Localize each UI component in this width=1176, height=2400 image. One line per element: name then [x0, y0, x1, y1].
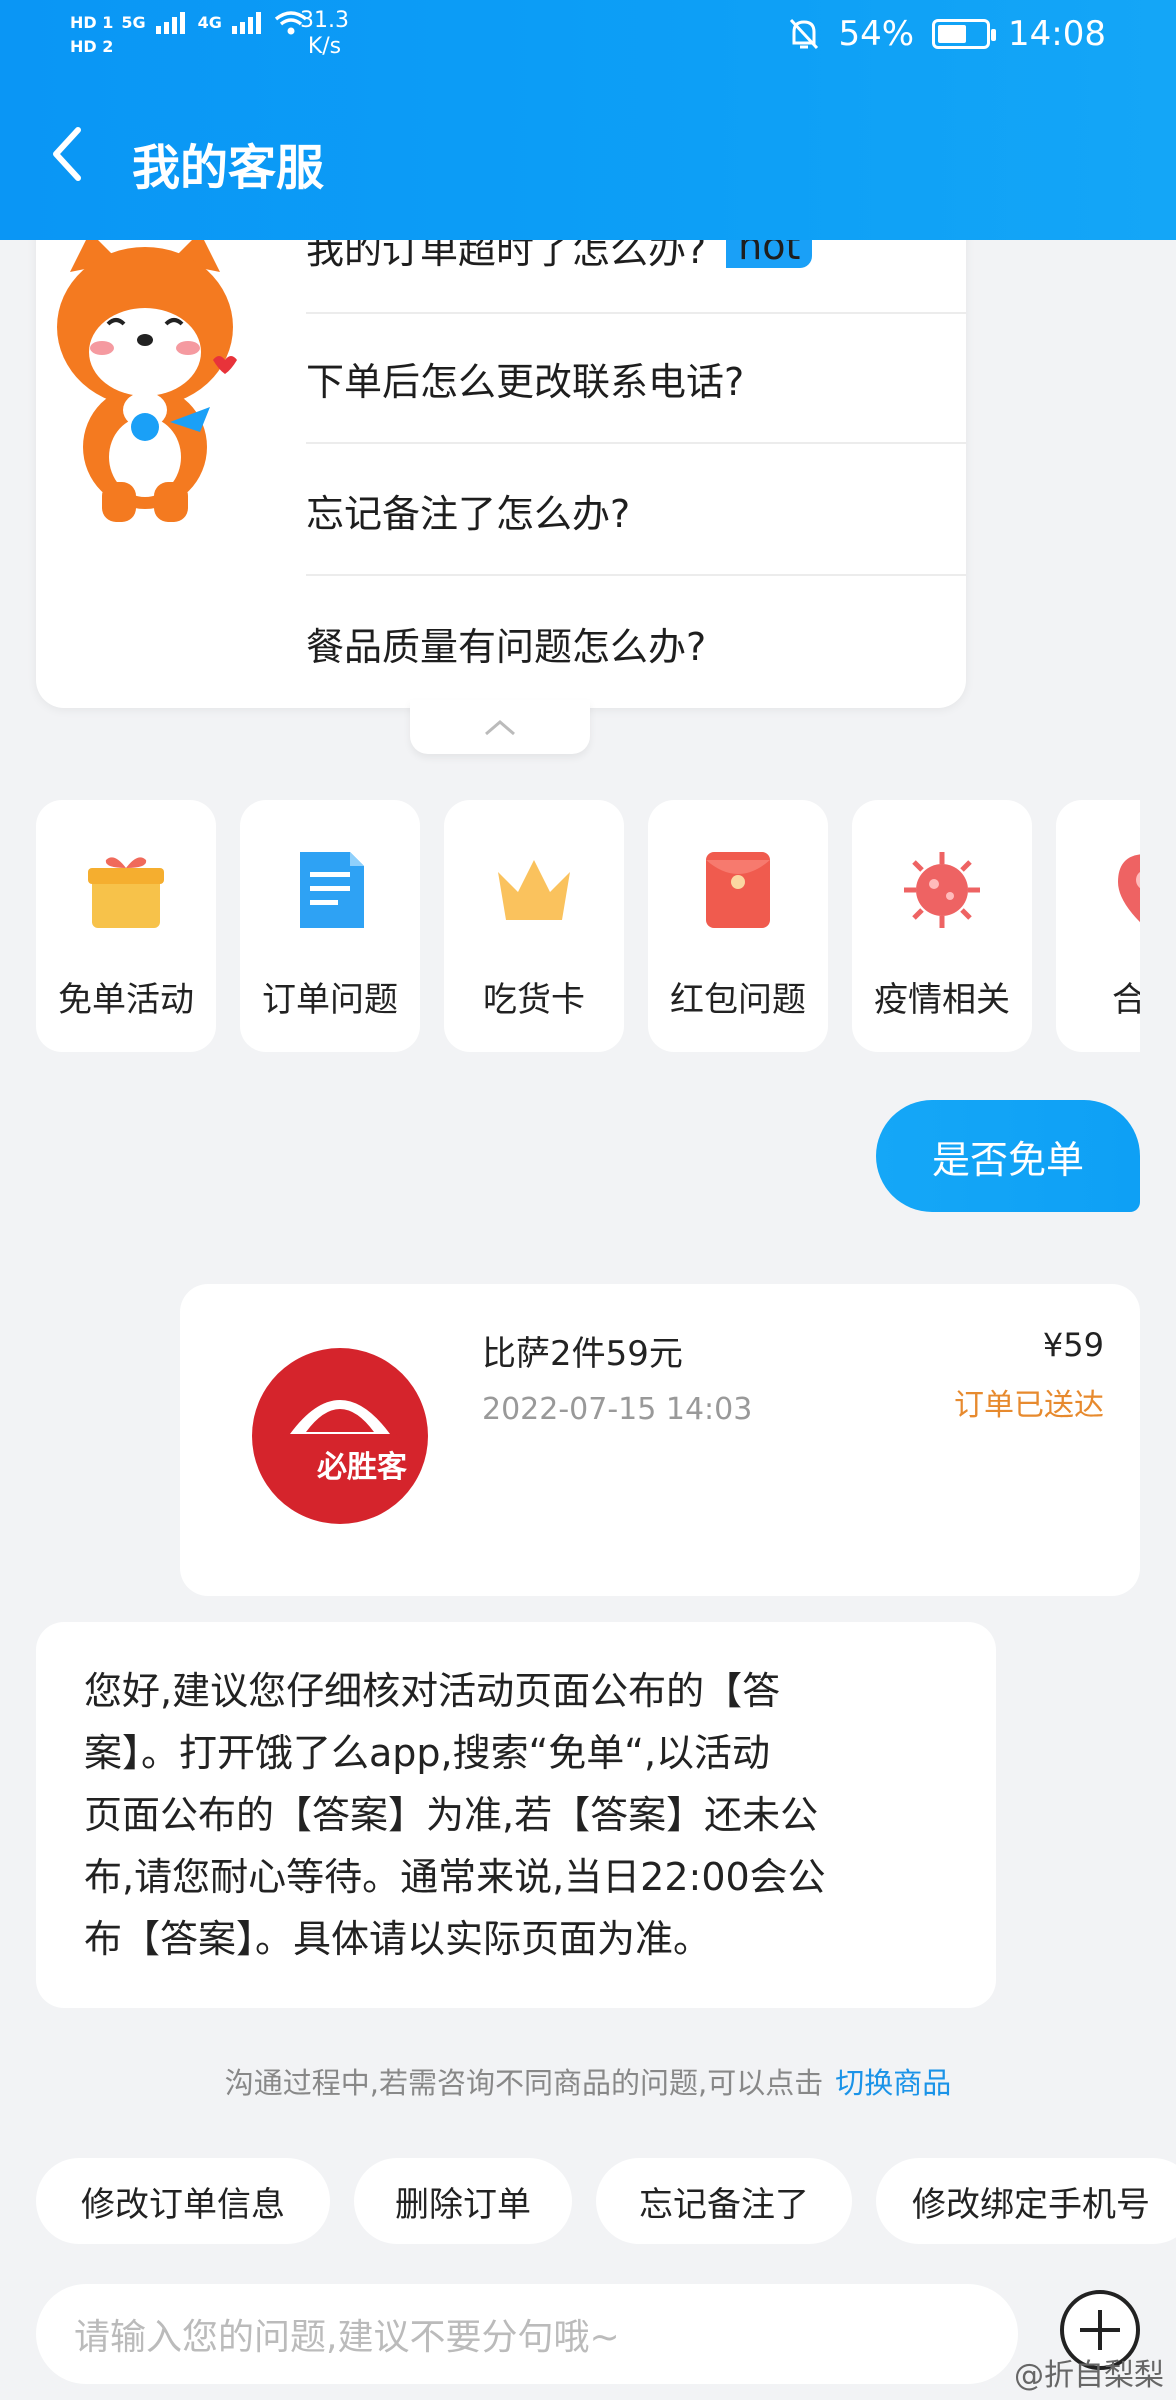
- bottom-bar: 修改订单信息 删除订单 忘记备注了 修改绑定手机号 请输入您的问题,建议不要分句…: [0, 2146, 1176, 2400]
- category-tile[interactable]: 吃货卡: [444, 800, 624, 1052]
- quick-reply-chip[interactable]: 修改订单信息: [36, 2158, 330, 2244]
- signal-icon: [155, 12, 185, 34]
- category-tile[interactable]: 疫情相关: [852, 800, 1032, 1052]
- watermark: @折自梨梨: [1014, 2358, 1164, 2393]
- document-icon: [300, 852, 364, 928]
- category-label: 合作: [1112, 980, 1140, 1020]
- virus-icon: [904, 852, 980, 928]
- category-tile[interactable]: 合作: [1056, 800, 1140, 1052]
- faq-item-text: 忘记备注了怎么办?: [306, 491, 631, 536]
- location-icon: [1118, 854, 1140, 923]
- order-status: 订单已送达: [954, 1388, 1104, 1423]
- faq-item-text: 下单后怎么更改联系电话?: [306, 359, 745, 404]
- back-arrow-icon[interactable]: [48, 124, 88, 184]
- bot-reply: 您好,建议您仔细核对活动页面公布的【答 案】。打开饿了么app,搜索“免单“,以…: [36, 1622, 996, 2008]
- battery-icon: [932, 19, 997, 49]
- speed-unit: K/s: [307, 34, 342, 59]
- sim1-label: HD 1: [70, 13, 114, 32]
- order-price: ¥59: [1042, 1326, 1104, 1364]
- bot-reply-line: 您好,建议您仔细核对活动页面公布的【答: [84, 1669, 781, 1713]
- net2-label: 4G: [197, 13, 222, 32]
- net1-label: 5G: [121, 13, 146, 32]
- crown-icon: [498, 860, 570, 920]
- category-label: 吃货卡: [483, 980, 585, 1020]
- clock: 14:08: [1008, 14, 1106, 54]
- pizza-hut-logo: [252, 1348, 428, 1524]
- system-status: 54% 14:08: [788, 14, 1106, 54]
- switch-product-hint: 沟通过程中,若需咨询不同商品的问题,可以点击 切换商品: [0, 2060, 1176, 2102]
- category-tile[interactable]: 免单活动: [36, 800, 216, 1052]
- question-input[interactable]: 请输入您的问题,建议不要分句哦~: [36, 2284, 1018, 2384]
- faq-item[interactable]: 餐品质量有问题怎么办?: [306, 578, 966, 708]
- bot-reply-line: 案】。打开饿了么app,搜索“免单“,以活动: [84, 1731, 771, 1775]
- order-title: 比萨2件59元: [482, 1334, 683, 1374]
- sim2-label: HD 2: [70, 37, 114, 56]
- user-message: 是否免单: [876, 1100, 1140, 1212]
- category-label: 红包问题: [670, 980, 806, 1020]
- chevron-up-icon: [485, 720, 515, 736]
- signal-icon: [231, 12, 261, 34]
- category-label: 免单活动: [58, 980, 194, 1020]
- header: HD 1 5G 4G HD 2 31.3 K/s 54% 14:08 我的客服: [0, 0, 1176, 240]
- order-date: 2022-07-15 14:03: [482, 1392, 753, 1427]
- quick-reply-chip[interactable]: 忘记备注了: [596, 2158, 852, 2244]
- category-label: 疫情相关: [874, 980, 1010, 1020]
- faq-item[interactable]: 下单后怎么更改联系电话?: [306, 314, 966, 444]
- category-tile[interactable]: 订单问题: [240, 800, 420, 1052]
- bot-reply-line: 布,请您耐心等待。通常来说,当日22:00会公: [84, 1855, 826, 1899]
- gift-icon: [88, 857, 164, 928]
- collapse-faq-button[interactable]: [410, 700, 590, 754]
- category-tiles: 免单活动 订单问题 吃货卡 红包问题 疫情相关 合: [36, 800, 1140, 1056]
- order-card[interactable]: 必胜客 比萨2件59元 2022-07-15 14:03 ¥59 订单已送达: [180, 1284, 1140, 1596]
- mute-bell-icon: [790, 18, 819, 50]
- shiba-mascot-icon: [57, 232, 237, 522]
- switch-product-link[interactable]: 切换商品: [835, 2066, 951, 2100]
- speed-value: 31.3: [300, 8, 349, 33]
- signal-status: HD 1 5G 4G HD 2: [70, 10, 308, 58]
- input-placeholder: 请输入您的问题,建议不要分句哦~: [74, 2317, 620, 2358]
- category-label: 订单问题: [262, 980, 398, 1020]
- red-envelope-icon: [706, 852, 770, 928]
- hint-text: 沟通过程中,若需咨询不同商品的问题,可以点击: [224, 2066, 824, 2100]
- bot-reply-line: 页面公布的【答案】为准,若【答案】还未公: [84, 1793, 819, 1837]
- faq-item-text: 餐品质量有问题怎么办?: [306, 624, 707, 669]
- network-speed: 31.3 K/s: [300, 8, 349, 60]
- bot-reply-line: 布【答案】。具体请以实际页面为准。: [84, 1917, 712, 1961]
- category-tile[interactable]: 红包问题: [648, 800, 828, 1052]
- logo-text: 必胜客: [317, 1450, 407, 1485]
- battery-percent: 54%: [838, 14, 915, 54]
- page-title: 我的客服: [132, 140, 325, 196]
- faq-item[interactable]: 忘记备注了怎么办?: [306, 446, 966, 576]
- quick-reply-chip[interactable]: 删除订单: [354, 2158, 572, 2244]
- quick-reply-chip[interactable]: 修改绑定手机号: [876, 2158, 1176, 2244]
